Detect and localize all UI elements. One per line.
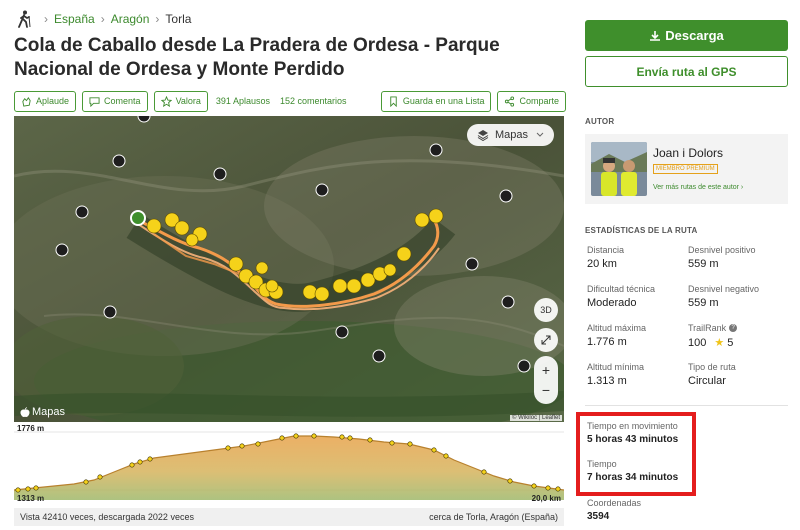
- applause-count-link[interactable]: 391 Aplausos: [216, 96, 270, 106]
- stat-value: 3594: [587, 511, 610, 522]
- info-icon[interactable]: ?: [729, 324, 738, 332]
- hiker-icon: [18, 10, 31, 28]
- stat-value: Circular: [688, 375, 726, 387]
- stat-value: 1.776 m: [587, 336, 627, 348]
- elevation-chart: [14, 424, 564, 506]
- zoom-in-button[interactable]: +: [542, 360, 550, 380]
- stat-min-altitude: Altitud mínima 1.313 m: [587, 362, 687, 387]
- trailrank-value: 100: [688, 336, 707, 349]
- stat-label: Desnivel negativo: [688, 284, 760, 294]
- comment-button[interactable]: Comenta: [82, 90, 148, 112]
- stat-label: Desnivel positivo: [688, 245, 756, 255]
- chevron-down-icon: [536, 132, 544, 137]
- author-more-routes-link[interactable]: Ver más rutas de este autor ›: [653, 184, 743, 191]
- rate-button[interactable]: Valora: [153, 90, 208, 112]
- chevron-right-icon: ›: [44, 12, 48, 26]
- stat-label: Coordenadas: [587, 498, 642, 508]
- stat-coordinates: Coordenadas 3594: [587, 498, 687, 522]
- route-map[interactable]: Mapas 3D + − Mapas © Wikiloc | Leaflet: [14, 116, 564, 422]
- save-list-button[interactable]: Guarda en una Lista: [380, 90, 492, 112]
- stat-label: Tipo de ruta: [688, 362, 736, 372]
- stat-trailrank: TrailRank ? 100 ★ 5: [688, 323, 788, 349]
- chevron-right-icon: ›: [100, 12, 105, 26]
- download-button[interactable]: Descarga: [585, 20, 788, 51]
- applaud-button[interactable]: Aplaude: [14, 90, 77, 112]
- stats-heading: ESTADÍSTICAS DE LA RUTA: [585, 226, 698, 235]
- map-attribution[interactable]: © Wikiloc | Leaflet: [510, 415, 562, 421]
- elevation-profile[interactable]: 1776 m 1313 m 20,0 km: [14, 424, 564, 506]
- stat-value: 20 km: [587, 258, 617, 270]
- map-3d-label: 3D: [540, 305, 552, 315]
- map-layer-button[interactable]: Mapas: [466, 124, 554, 146]
- map-3d-button[interactable]: 3D: [534, 298, 558, 322]
- stat-distance: Distancia 20 km: [587, 245, 687, 270]
- author-heading: AUTOR: [585, 117, 615, 126]
- author-card[interactable]: Joan i Dolors MIEMBRO PREMIUM Ver más ru…: [585, 134, 788, 204]
- breadcrumb-current: Torla: [165, 12, 192, 26]
- expand-icon: [541, 335, 551, 345]
- stat-value: 100 ★ 5: [688, 336, 788, 350]
- zoom-out-button[interactable]: −: [542, 380, 550, 400]
- action-bar: Aplaude Comenta Valora 391 Aplausos 152 …: [14, 90, 566, 112]
- map-zoom-control: + −: [534, 356, 558, 404]
- breadcrumb-link-espana[interactable]: España: [54, 12, 95, 26]
- elevation-distance-label: 20,0 km: [531, 494, 561, 503]
- stat-label: Altitud máxima: [587, 323, 647, 333]
- stat-max-altitude: Altitud máxima 1.776 m: [587, 323, 687, 348]
- bookmark-icon: [390, 95, 397, 107]
- apple-logo-icon: [20, 406, 30, 417]
- route-footer: Vista 42410 veces, descargada 2022 veces…: [14, 508, 564, 526]
- star-icon: [160, 95, 172, 107]
- map-terrain: [14, 116, 564, 422]
- share-button[interactable]: Comparte: [497, 90, 566, 112]
- breadcrumb: › España › Aragón › Torla: [16, 10, 191, 28]
- rate-label: Valora: [175, 96, 201, 106]
- map-fullscreen-button[interactable]: [534, 328, 558, 352]
- download-icon: [650, 30, 661, 41]
- maps-watermark: Mapas: [20, 406, 65, 418]
- author-avatar[interactable]: [591, 142, 647, 196]
- stat-value: Moderado: [587, 297, 637, 309]
- layers-icon: [477, 130, 489, 141]
- send-gps-label: Envía ruta al GPS: [636, 64, 737, 79]
- share-icon: [505, 95, 515, 107]
- premium-badge: MIEMBRO PREMIUM: [653, 164, 718, 174]
- comment-count-link[interactable]: 152 comentarios: [280, 96, 347, 106]
- stat-value: 559 m: [688, 297, 719, 309]
- stat-difficulty: Dificultad técnica Moderado: [587, 284, 687, 309]
- star-icon: ★: [714, 337, 725, 349]
- stat-value: 1.313 m: [587, 375, 627, 387]
- send-gps-button[interactable]: Envía ruta al GPS: [585, 56, 788, 87]
- stat-value: 559 m: [688, 258, 719, 270]
- download-label: Descarga: [665, 28, 724, 43]
- stats-divider: [585, 405, 788, 406]
- maps-watermark-label: Mapas: [32, 406, 66, 418]
- applaud-label: Aplaude: [36, 96, 70, 106]
- highlight-box: [576, 412, 696, 496]
- views-text: Vista 42410 veces, descargada 2022 veces: [20, 512, 194, 522]
- trailrank-stars: 5: [727, 336, 734, 349]
- clap-icon: [22, 96, 31, 107]
- share-label: Comparte: [519, 96, 559, 106]
- chevron-right-icon: ›: [155, 12, 160, 26]
- stat-label: Altitud mínima: [587, 362, 645, 372]
- map-layer-label: Mapas: [494, 129, 528, 141]
- page-title: Cola de Caballo desde La Pradera de Orde…: [14, 35, 500, 80]
- trailrank-label: TrailRank: [688, 323, 727, 333]
- comment-label: Comenta: [104, 96, 141, 106]
- stat-route-type: Tipo de ruta Circular: [688, 362, 788, 387]
- stat-ascent: Desnivel positivo 559 m: [688, 245, 788, 270]
- breadcrumb-link-aragon[interactable]: Aragón: [111, 12, 150, 26]
- elevation-min-label: 1313 m: [17, 494, 45, 503]
- stat-label: Dificultad técnica: [587, 284, 656, 294]
- stat-descent: Desnivel negativo 559 m: [688, 284, 788, 309]
- elevation-max-label: 1776 m: [17, 424, 45, 433]
- stat-label: Distancia: [587, 245, 625, 255]
- save-list-label: Guarda en una Lista: [402, 96, 485, 106]
- comment-icon: [89, 96, 100, 107]
- author-name[interactable]: Joan i Dolors: [653, 146, 723, 160]
- stat-label: TrailRank ?: [688, 323, 788, 333]
- location-text: cerca de Torla, Aragón (España): [429, 512, 558, 522]
